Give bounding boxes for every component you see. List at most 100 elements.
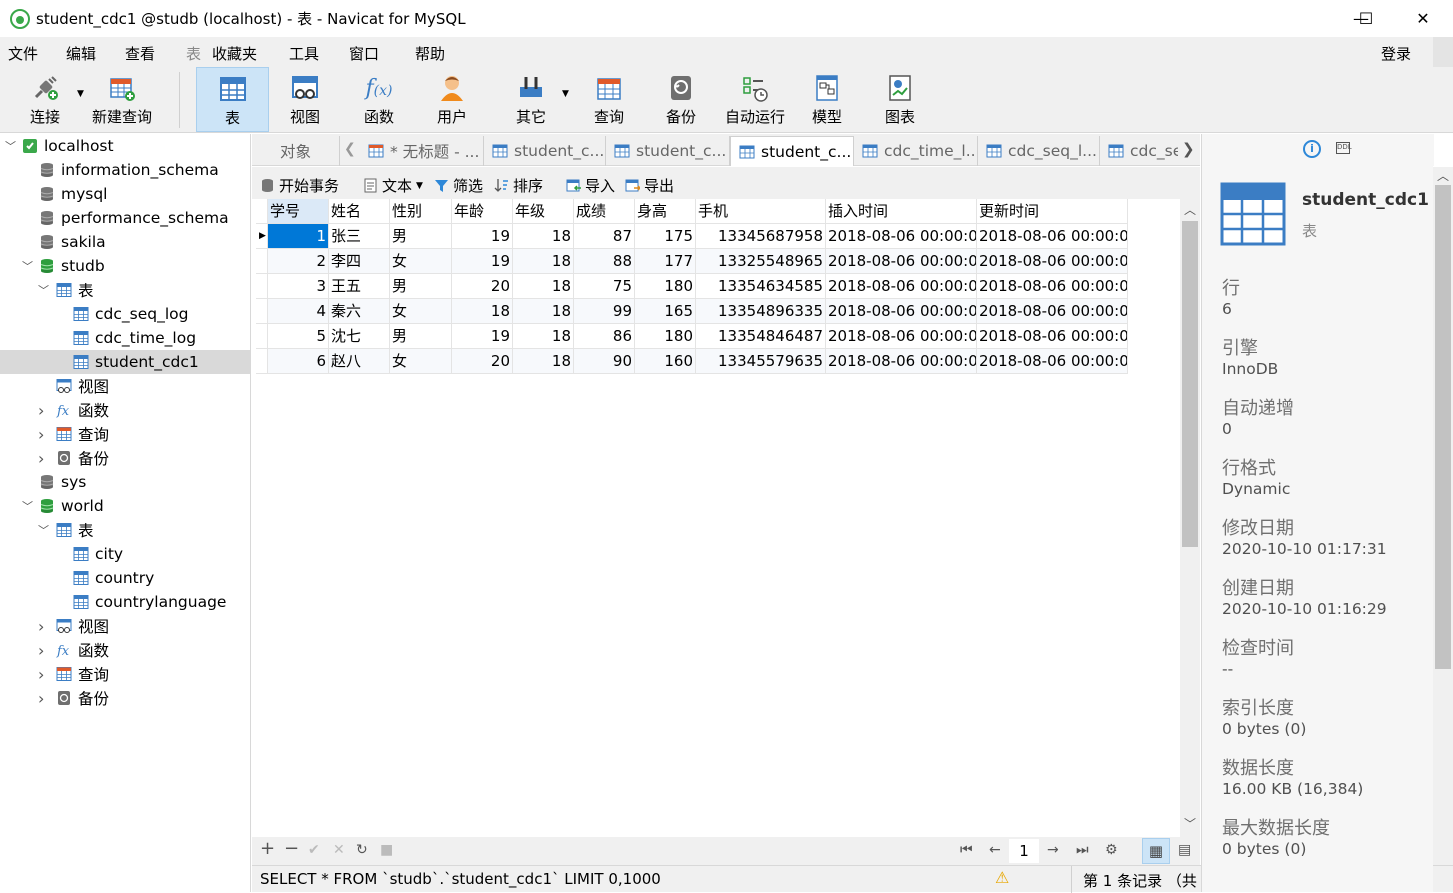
menu-table[interactable]: 表	[186, 43, 201, 64]
collapsed-chevron-icon[interactable]: ›	[38, 689, 44, 708]
tree-item-sys[interactable]: sys	[0, 470, 250, 494]
table-cell[interactable]: 秦六	[329, 299, 390, 324]
table-cell[interactable]: 13345579635	[696, 349, 826, 374]
tab-scroll-left-icon[interactable]: ❮	[344, 141, 356, 157]
begin-transaction-button[interactable]: 开始事务	[260, 175, 339, 196]
table-cell[interactable]: 160	[635, 349, 696, 374]
row-indicator[interactable]	[256, 274, 268, 299]
grid-view-icon[interactable]: ▦	[1142, 838, 1170, 864]
table-cell[interactable]: 18	[513, 324, 574, 349]
table-cell[interactable]: 6	[268, 349, 329, 374]
table-cell[interactable]: 18	[513, 224, 574, 249]
row-indicator[interactable]	[256, 249, 268, 274]
column-header[interactable]: 手机	[696, 199, 826, 224]
tree-item-studb-backups[interactable]: › 备份	[0, 446, 250, 470]
tree-item-studb-functions[interactable]: › fx 函数	[0, 398, 250, 422]
table-cell[interactable]: 99	[574, 299, 635, 324]
table-cell[interactable]: 177	[635, 249, 696, 274]
discard-changes-icon[interactable]: ✕	[333, 842, 345, 858]
connect-button[interactable]: 连接	[20, 67, 70, 132]
table-cell[interactable]: 2018-08-06 00:00:00	[977, 349, 1128, 374]
close-button[interactable]: ✕	[1400, 0, 1446, 37]
expanded-chevron-icon[interactable]: ﹀	[22, 258, 33, 274]
tab-cdc-seq-log[interactable]: cdc_seq_l...	[978, 136, 1100, 166]
tab-student-active[interactable]: student_c...	[730, 136, 854, 166]
tab-objects[interactable]: 对象	[252, 136, 340, 166]
tab-cdc-se[interactable]: cdc_se	[1100, 136, 1178, 166]
tree-item-mysql[interactable]: mysql	[0, 182, 250, 206]
column-header[interactable]: 身高	[635, 199, 696, 224]
menu-file[interactable]: 文件	[8, 43, 38, 64]
table-cell[interactable]: 88	[574, 249, 635, 274]
tab-scroll-right-icon[interactable]: ❯	[1182, 140, 1195, 158]
tree-item-country[interactable]: country	[0, 566, 250, 590]
table-cell[interactable]: 2018-08-06 00:00:00	[826, 249, 977, 274]
table-cell[interactable]: 4	[268, 299, 329, 324]
table-cell[interactable]: 75	[574, 274, 635, 299]
collapsed-chevron-icon[interactable]: ›	[38, 401, 44, 420]
info-icon[interactable]: i	[1303, 140, 1321, 158]
menu-tools[interactable]: 工具	[289, 43, 319, 64]
table-cell[interactable]: 赵八	[329, 349, 390, 374]
table-cell[interactable]: 18	[513, 274, 574, 299]
table-cell[interactable]: 2018-08-06 00:00:00	[977, 299, 1128, 324]
add-record-icon[interactable]: +	[260, 838, 275, 859]
tree-item-world-queries[interactable]: › 查询	[0, 662, 250, 686]
table-cell[interactable]: 2018-08-06 00:00:00	[826, 324, 977, 349]
tree-item-performance-schema[interactable]: performance_schema	[0, 206, 250, 230]
info-scroll-up-icon[interactable]: ︿	[1437, 167, 1449, 184]
tab-student-2[interactable]: student_c...	[606, 136, 730, 166]
text-view-button[interactable]: 文本 ▼	[363, 175, 423, 196]
info-panel-scrollbar[interactable]: ︿	[1433, 167, 1453, 865]
menu-favorites[interactable]: 收藏夹	[212, 43, 257, 64]
settings-gear-icon[interactable]: ⚙	[1105, 842, 1118, 858]
table-cell[interactable]: 18	[513, 249, 574, 274]
current-row-indicator[interactable]: ▶	[256, 224, 268, 249]
tree-item-countrylanguage[interactable]: countrylanguage	[0, 590, 250, 614]
scroll-thumb[interactable]	[1182, 221, 1198, 547]
sort-button[interactable]: 排序	[494, 175, 543, 196]
table-cell[interactable]: 2018-08-06 00:00:00	[826, 274, 977, 299]
autorun-button[interactable]: 自动运行	[722, 67, 788, 132]
expanded-chevron-icon[interactable]: ﹀	[38, 522, 49, 538]
warning-icon[interactable]: ⚠	[995, 868, 1009, 887]
table-cell[interactable]: 175	[635, 224, 696, 249]
table-cell[interactable]: 86	[574, 324, 635, 349]
tree-item-studb[interactable]: ﹀ studb	[0, 254, 250, 278]
tree-item-studb-queries[interactable]: › 查询	[0, 422, 250, 446]
tree-item-world-views[interactable]: › 视图	[0, 614, 250, 638]
function-button[interactable]: f(x) 函数	[351, 67, 407, 132]
tree-item-information-schema[interactable]: information_schema	[0, 158, 250, 182]
table-cell[interactable]: 男	[390, 324, 452, 349]
column-header[interactable]: 年级	[513, 199, 574, 224]
tree-item-sakila[interactable]: sakila	[0, 230, 250, 254]
ddl-icon[interactable]: DDL	[1336, 142, 1352, 154]
menu-help[interactable]: 帮助	[415, 43, 445, 64]
collapsed-chevron-icon[interactable]: ›	[38, 425, 44, 444]
column-header[interactable]: 插入时间	[826, 199, 977, 224]
table-cell[interactable]: 90	[574, 349, 635, 374]
table-cell[interactable]: 19	[452, 324, 513, 349]
table-cell[interactable]: 180	[635, 324, 696, 349]
table-cell[interactable]: 13354896335	[696, 299, 826, 324]
table-cell[interactable]: 13354846487	[696, 324, 826, 349]
tree-item-cdc-time-log[interactable]: cdc_time_log	[0, 326, 250, 350]
table-button[interactable]: 表	[196, 67, 269, 132]
view-button[interactable]: 视图	[277, 67, 333, 132]
column-header[interactable]: 更新时间	[977, 199, 1128, 224]
next-page-icon[interactable]: →	[1047, 842, 1059, 858]
tree-item-city[interactable]: city	[0, 542, 250, 566]
menu-window[interactable]: 窗口	[349, 43, 379, 64]
apply-changes-icon[interactable]: ✔	[308, 842, 320, 858]
table-cell[interactable]: 2018-08-06 00:00:00	[826, 349, 977, 374]
row-indicator[interactable]	[256, 349, 268, 374]
table-cell[interactable]: 180	[635, 274, 696, 299]
scroll-up-icon[interactable]: ︿	[1184, 201, 1196, 218]
model-button[interactable]: 模型	[799, 67, 855, 132]
table-cell[interactable]: 19	[452, 224, 513, 249]
connect-dropdown-icon[interactable]: ▼	[77, 89, 84, 99]
table-cell[interactable]: 18	[452, 299, 513, 324]
table-cell[interactable]: 18	[513, 349, 574, 374]
tab-student-1[interactable]: student_c...	[484, 136, 606, 166]
expanded-chevron-icon[interactable]: ﹀	[5, 138, 16, 154]
